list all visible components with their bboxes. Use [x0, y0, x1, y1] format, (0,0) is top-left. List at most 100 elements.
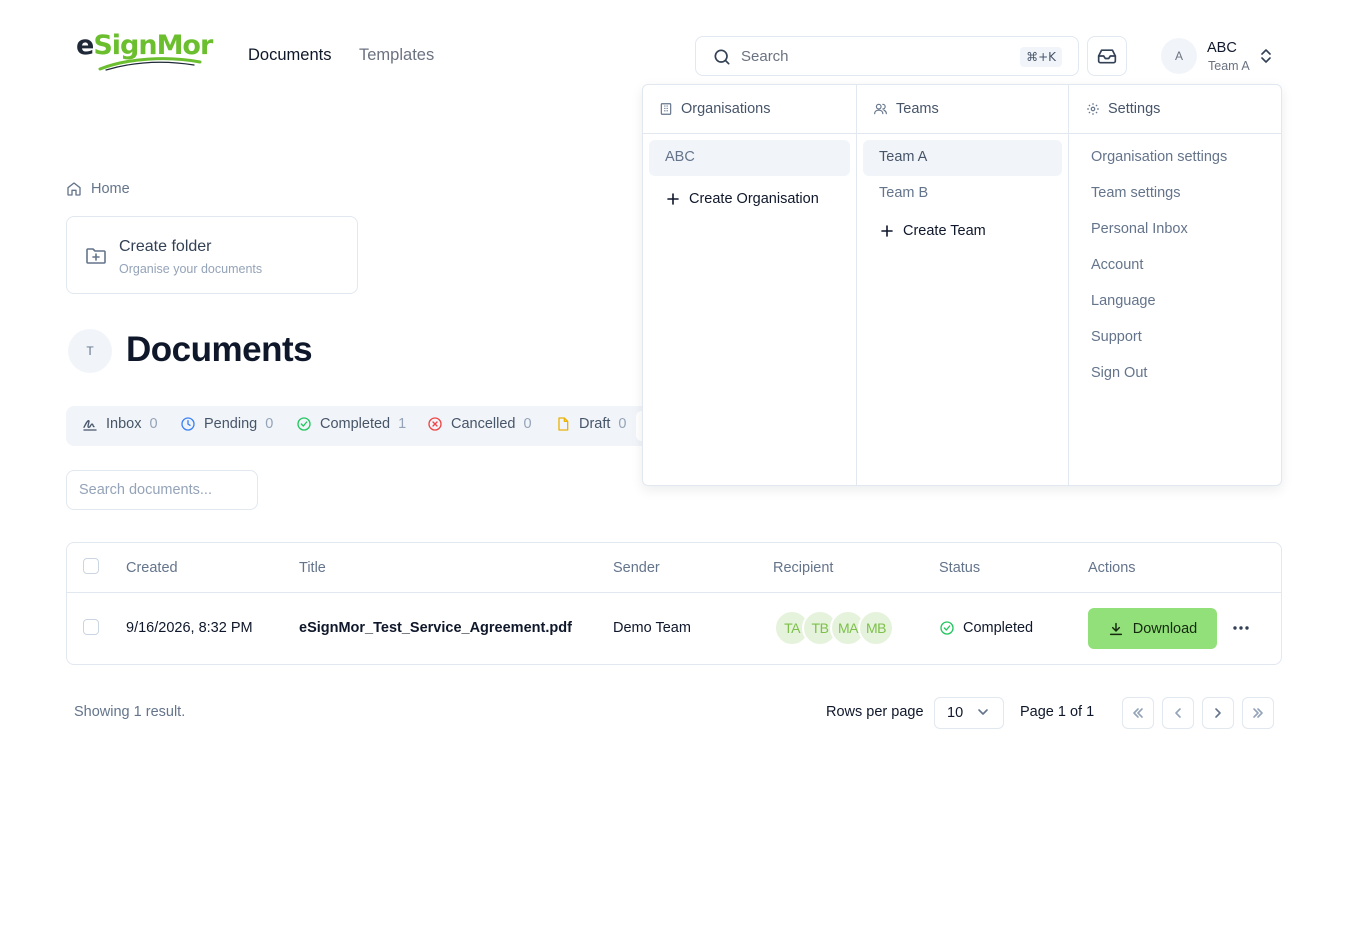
first-page-button[interactable] [1122, 697, 1154, 729]
nav-documents[interactable]: Documents [248, 46, 331, 65]
menu-item-personal-inbox[interactable]: Personal Inbox [1091, 221, 1188, 237]
document-search-input[interactable] [66, 470, 258, 510]
create-folder-card[interactable]: Create folder Organise your documents [66, 216, 358, 294]
user-team: Team A [1208, 59, 1250, 73]
recipient-avatar[interactable]: MB [858, 610, 894, 646]
menu-item-support[interactable]: Support [1091, 329, 1142, 345]
search-placeholder: Search [741, 48, 789, 65]
check-circle-icon [297, 417, 311, 431]
chevrons-up-down-icon[interactable] [1259, 48, 1273, 64]
create-organisation-button[interactable]: Create Organisation [667, 191, 819, 207]
create-team-button[interactable]: Create Team [881, 223, 986, 239]
column-header-recipient[interactable]: Recipient [773, 560, 833, 576]
tab-completed-label: Completed [320, 416, 391, 432]
rows-per-page-label: Rows per page [826, 704, 924, 720]
team-item[interactable]: Team B [879, 185, 928, 201]
home-icon [67, 182, 81, 196]
tab-draft-count: 0 [618, 416, 627, 432]
inbox-button[interactable] [1087, 36, 1127, 76]
gear-icon [1087, 103, 1099, 115]
create-organisation-label: Create Organisation [689, 191, 819, 207]
organisations-header: Organisations [659, 101, 770, 117]
user-avatar[interactable]: A [1161, 38, 1197, 74]
page-title: Documents [126, 330, 313, 369]
tab-inbox[interactable]: Inbox 0 [82, 416, 158, 432]
breadcrumb[interactable]: Home [66, 181, 130, 197]
column-header-created[interactable]: Created [126, 560, 178, 576]
create-folder-title: Create folder [119, 238, 212, 255]
rows-per-page-value: 10 [947, 705, 964, 721]
account-switcher-menu: Organisations ABC Create Organisation Te… [642, 84, 1282, 486]
download-button[interactable]: Download [1088, 608, 1217, 649]
column-header-sender[interactable]: Sender [613, 560, 660, 576]
previous-page-button[interactable] [1162, 697, 1194, 729]
tab-cancelled[interactable]: Cancelled 0 [427, 416, 532, 432]
create-team-label: Create Team [903, 223, 986, 239]
tab-pending-count: 0 [265, 416, 274, 432]
tab-completed[interactable]: Completed 1 [296, 416, 406, 432]
menu-item-team-settings[interactable]: Team settings [1091, 185, 1180, 201]
select-all-checkbox[interactable] [83, 558, 99, 574]
team-avatar: T [68, 329, 112, 373]
building-icon [660, 103, 672, 115]
global-search[interactable]: Search ⌘+K [695, 36, 1079, 76]
row-title-link[interactable]: eSignMor_Test_Service_Agreement.pdf [299, 620, 572, 636]
last-page-button[interactable] [1242, 697, 1274, 729]
download-icon [1109, 622, 1122, 635]
next-page-button[interactable] [1202, 697, 1234, 729]
breadcrumb-home[interactable]: Home [91, 181, 130, 197]
tab-cancelled-label: Cancelled [451, 416, 516, 432]
plus-icon [667, 193, 679, 205]
organisations-header-label: Organisations [681, 101, 771, 117]
menu-column-divider [1068, 85, 1069, 485]
tab-inbox-label: Inbox [106, 416, 142, 432]
organisation-item[interactable]: ABC [665, 149, 695, 165]
settings-header-label: Settings [1108, 101, 1161, 117]
search-shortcut-badge: ⌘+K [1020, 47, 1062, 67]
tab-pending[interactable]: Pending 0 [180, 416, 273, 432]
tab-draft-label: Draft [579, 416, 611, 432]
column-header-status[interactable]: Status [939, 560, 980, 576]
chevron-right-icon [1215, 708, 1221, 718]
teams-header: Teams [873, 101, 939, 117]
create-folder-subtitle: Organise your documents [119, 262, 263, 276]
menu-item-language[interactable]: Language [1091, 293, 1156, 309]
documents-table: Created Title Sender Recipient Status Ac… [66, 542, 1282, 665]
menu-item-account[interactable]: Account [1091, 257, 1143, 273]
column-header-title[interactable]: Title [299, 560, 326, 576]
nav-templates[interactable]: Templates [359, 46, 434, 65]
teams-header-label: Teams [896, 101, 939, 117]
row-created: 9/16/2026, 8:32 PM [126, 620, 253, 636]
clock-icon [181, 417, 195, 431]
tab-pending-label: Pending [204, 416, 258, 432]
file-icon [558, 417, 569, 431]
app-logo[interactable]: eSignMor [76, 28, 213, 74]
plus-icon [881, 225, 893, 237]
tab-inbox-count: 0 [149, 416, 158, 432]
tab-cancelled-count: 0 [523, 416, 532, 432]
row-status: Completed [939, 620, 1033, 636]
menu-item-organisation-settings[interactable]: Organisation settings [1091, 149, 1227, 165]
menu-header-divider [643, 133, 1281, 134]
users-icon [874, 103, 887, 115]
download-button-label: Download [1132, 620, 1198, 637]
user-name[interactable]: ABC [1207, 40, 1237, 56]
x-circle-icon [428, 417, 442, 431]
tab-draft[interactable]: Draft 0 [555, 416, 627, 432]
team-item-selected[interactable]: Team A [879, 149, 927, 165]
chevron-left-icon [1175, 708, 1181, 718]
result-count: Showing 1 result. [74, 704, 186, 720]
table-header-divider [67, 592, 1281, 593]
row-checkbox[interactable] [83, 619, 99, 635]
row-status-label: Completed [963, 620, 1034, 636]
search-icon [714, 49, 730, 65]
folder-plus-icon [86, 248, 106, 264]
tab-completed-count: 1 [398, 416, 407, 432]
inbox-icon [1097, 49, 1117, 64]
page-indicator: Page 1 of 1 [1020, 704, 1095, 720]
status-tabs: Inbox 0 Pending 0 Completed 1 Cancelled 0 Dr… [66, 406, 666, 446]
menu-item-sign-out[interactable]: Sign Out [1091, 365, 1147, 381]
more-horizontal-icon[interactable] [1231, 618, 1251, 638]
row-sender: Demo Team [613, 620, 691, 636]
rows-per-page-select[interactable]: 10 [934, 697, 1004, 729]
